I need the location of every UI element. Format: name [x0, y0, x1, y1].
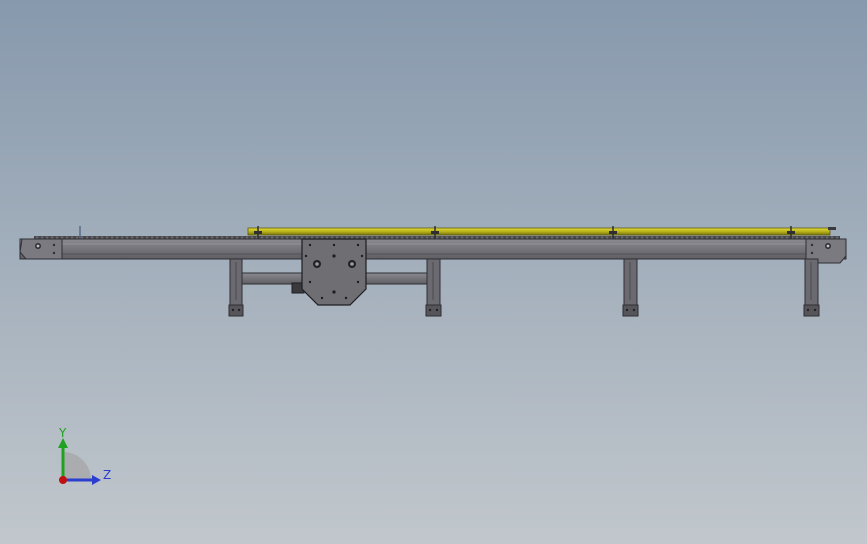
graphics-viewport[interactable]: Y Z [0, 0, 867, 544]
support-leg [228, 258, 244, 317]
support-leg [425, 258, 442, 317]
x-axis-origin-dot [59, 476, 67, 484]
guide-rail-endcap [828, 227, 836, 230]
z-axis-label: Z [103, 468, 111, 482]
left-end-plate [19, 238, 63, 260]
support-leg [622, 258, 639, 317]
guide-rail [247, 227, 831, 236]
y-axis-label: Y [58, 426, 67, 440]
main-beam [19, 238, 847, 260]
support-leg [803, 258, 820, 317]
drive-plate [301, 238, 367, 306]
